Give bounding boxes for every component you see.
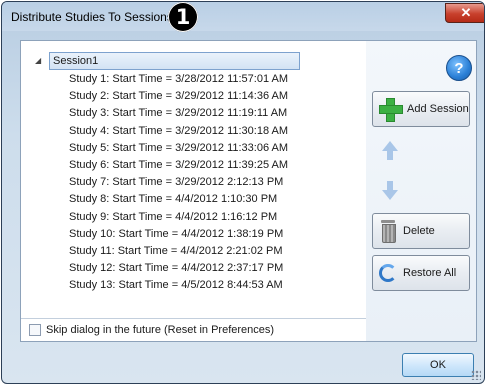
study-item[interactable]: Study 3: Start Time = 3/29/2012 11:19:11… [69,105,288,122]
study-item[interactable]: Study 7: Start Time = 3/29/2012 2:12:13 … [69,174,288,191]
restore-icon [379,264,397,282]
restore-all-label: Restore All [403,267,457,279]
study-item[interactable]: Study 5: Start Time = 3/29/2012 11:33:06… [69,140,288,157]
collapse-arrow-icon[interactable]: ◢ [35,56,45,66]
dialog-window: Distribute Studies To Sessions ✕ ◢ Sessi… [1,1,485,384]
help-icon[interactable]: ? [446,55,472,81]
arrow-down-icon [379,180,401,202]
ok-button[interactable]: OK [402,353,474,377]
study-item[interactable]: Study 11: Start Time = 4/4/2012 2:21:02 … [69,243,288,260]
move-up-button[interactable] [372,133,470,169]
actions-panel: ? Add Session Delete Restore All [366,40,477,342]
skip-dialog-checkbox[interactable] [29,323,41,336]
trash-icon [379,220,397,243]
session-tree[interactable]: ◢ Session1 Study 1: Start Time = 3/28/20… [21,41,366,316]
add-session-label: Add Session [407,103,469,115]
arrow-up-icon [379,140,401,162]
study-item[interactable]: Study 2: Start Time = 3/29/2012 11:14:36… [69,88,288,105]
tree-node-session[interactable]: ◢ Session1 [35,52,300,70]
session-label[interactable]: Session1 [49,52,300,70]
study-item[interactable]: Study 8: Start Time = 4/4/2012 1:10:30 P… [69,191,288,208]
move-down-button[interactable] [372,173,470,209]
plus-icon [379,98,403,122]
study-item[interactable]: Study 10: Start Time = 4/4/2012 1:38:19 … [69,226,288,243]
study-item[interactable]: Study 9: Start Time = 4/4/2012 1:16:12 P… [69,209,288,226]
step-badge: 1 [168,2,198,32]
study-item[interactable]: Study 13: Start Time = 4/5/2012 8:44:53 … [69,277,288,294]
skip-dialog-row: Skip dialog in the future (Reset in Pref… [21,318,366,340]
study-item[interactable]: Study 12: Start Time = 4/4/2012 2:37:17 … [69,260,288,277]
study-item[interactable]: Study 6: Start Time = 3/29/2012 11:39:25… [69,157,288,174]
resize-grip-icon[interactable] [471,370,481,380]
add-session-button[interactable]: Add Session [372,91,470,127]
title-bar: Distribute Studies To Sessions ✕ [2,2,484,31]
window-title: Distribute Studies To Sessions [11,10,173,24]
study-list: Study 1: Start Time = 3/28/2012 11:57:01… [69,71,288,294]
skip-dialog-label[interactable]: Skip dialog in the future (Reset in Pref… [46,324,274,336]
session-tree-panel: ◢ Session1 Study 1: Start Time = 3/28/20… [20,40,367,342]
delete-label: Delete [403,225,435,237]
restore-all-button[interactable]: Restore All [372,255,470,291]
delete-button[interactable]: Delete [372,213,470,249]
close-button[interactable]: ✕ [445,3,484,23]
study-item[interactable]: Study 1: Start Time = 3/28/2012 11:57:01… [69,71,288,88]
study-item[interactable]: Study 4: Start Time = 3/29/2012 11:30:18… [69,123,288,140]
close-icon: ✕ [460,5,472,20]
